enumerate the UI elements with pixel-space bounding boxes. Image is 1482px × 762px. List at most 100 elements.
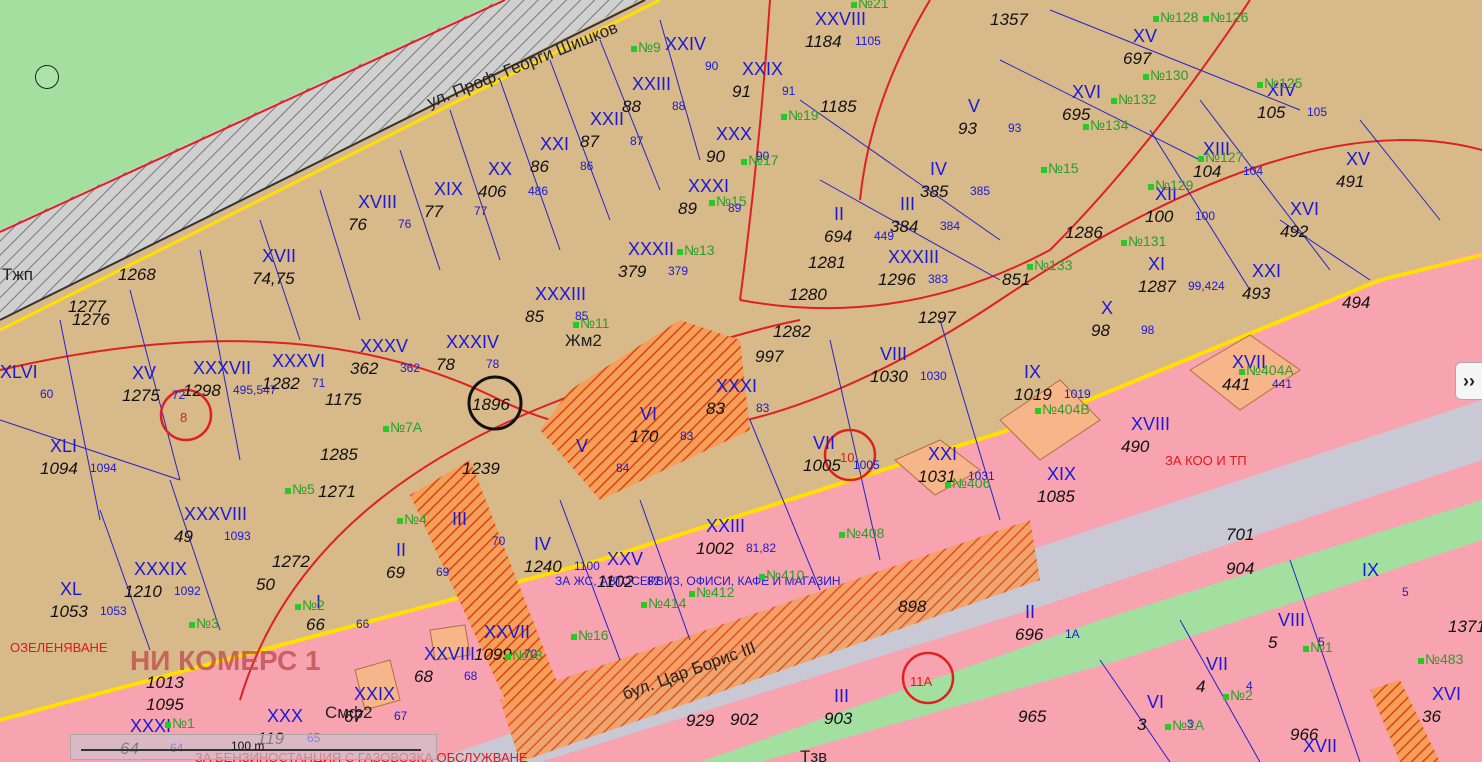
parcel-number: 5 [1268,633,1278,652]
parcel-number: 83 [706,399,725,418]
parcel-roman: XXIV [665,34,706,54]
parcel-lot: 1094 [90,461,117,475]
map-tool-cursor[interactable] [35,65,59,89]
parcel-number: 492 [1280,222,1309,241]
loose-number: 997 [755,347,784,366]
house-marker-dot [839,532,845,538]
parcel-roman: XXX [716,124,752,144]
loose-number: 1357 [990,10,1028,29]
zone-code-label: Жм2 [565,331,602,350]
loose-number: 1013 [146,673,184,692]
parcel-number: 36 [1422,707,1441,726]
parcel-number: 4 [1196,677,1205,696]
parcel-number: 1296 [878,270,916,289]
house-marker-dot [1143,74,1149,80]
loose-number: 1276 [72,310,110,329]
loose-number: 1239 [462,459,500,478]
parcel-lot: 1019 [1064,387,1091,401]
parcel-number: 1094 [40,459,78,478]
house-marker-dot [1418,658,1424,664]
loose-number: 1282 [773,322,811,341]
parcel-roman: XXXVII [193,358,251,378]
parcel-lot: 441 [1272,377,1292,391]
parcel-number: 49 [174,527,193,546]
house-number: №17 [748,152,779,168]
parcel-number: 67 [344,707,363,726]
parcel-roman: XXXI [716,376,757,396]
parcel-roman: XXXVI [272,351,325,371]
parcel-lot: 362 [400,361,420,375]
loose-number: 851 [1002,270,1030,289]
parcel-roman: IX [1024,362,1041,382]
parcel-lot: 383 [928,272,948,286]
parcel-lot: 379 [668,264,688,278]
parcel-number: 1298 [183,381,221,400]
parcel-number: 170 [630,427,659,446]
loose-number: 1271 [318,482,356,501]
parcel-number: 493 [1242,284,1271,303]
loose-number: 1175 [325,390,362,409]
house-number: №406 [952,475,991,491]
house-number: №404В [1042,401,1090,417]
parcel-number: 93 [958,119,977,138]
zone-text-greening: ОЗЕЛЕНЯВАНЕ [10,640,108,655]
loose-number: 1272 [272,552,310,571]
house-number: №11 [580,315,610,331]
parcel-lot: 82 [647,574,661,588]
parcel-roman: XV [1133,26,1157,46]
parcel-roman: XXVIII [815,9,866,29]
parcel-lot: 93 [1008,121,1022,135]
parcel-lot: 5 [1402,585,1409,599]
cadastral-map[interactable]: ул. Проф. Георги Шишковбул. Цар Борис II… [0,0,1482,762]
expand-panel-button[interactable]: ›› [1455,362,1482,400]
parcel-lot: 60 [40,387,54,401]
house-marker-dot [165,722,171,728]
parcel-roman: XV [1346,149,1370,169]
parcel-roman: XV [132,363,156,383]
parcel-lot: 72 [172,388,186,402]
parcel-number: 491 [1336,172,1364,191]
house-number: №134 [1090,117,1129,133]
parcel-lot: 105 [1307,105,1327,119]
house-number: №21 [858,0,889,11]
parcel-roman: XXXIII [888,247,939,267]
house-marker-dot [571,634,577,640]
house-marker-dot [1257,82,1263,88]
house-number: №3 [196,615,219,631]
parcel-number: 87 [580,132,599,151]
parcel-roman: VII [813,433,835,453]
house-marker-dot [285,488,291,494]
house-marker-dot [383,426,389,432]
parcel-number: 66 [306,615,325,634]
parcel-roman: XXXIX [134,559,187,579]
house-number: №130 [1150,67,1189,83]
zone-code-label: Тжп [2,265,33,284]
house-marker-dot [573,322,579,328]
parcel-number: 90 [706,147,725,166]
parcel-roman: XXIX [354,684,395,704]
parcel-lot: 78 [486,357,500,371]
parcel-roman: VI [1147,692,1164,712]
house-number: №133 [1034,257,1073,273]
parcel-roman: XVIII [358,192,397,212]
parcel-lot: 104 [1243,164,1263,178]
parcel-roman: II [1025,602,1035,622]
parcel-roman: XXX [267,706,303,726]
house-number: №131 [1128,233,1167,249]
parcel-lot: 384 [940,219,960,233]
circle-label: 11А [910,674,932,689]
house-marker-dot [1223,694,1229,700]
parcel-number: 77 [424,202,443,221]
parcel-lot: 1100 [574,559,600,573]
parcel-number: 78 [436,355,455,374]
parcel-lot: 1А [1065,627,1080,641]
parcel-number: 1275 [122,386,160,405]
house-marker-dot [759,574,765,580]
house-marker-dot [631,46,637,52]
zone-code-label: Тзв [800,747,827,762]
parcel-number: 903 [824,709,853,728]
loose-number: 1297 [918,308,956,327]
loose-number: 1371 [1448,617,1482,636]
house-number: №410 [766,567,805,583]
house-marker-dot [781,114,787,120]
